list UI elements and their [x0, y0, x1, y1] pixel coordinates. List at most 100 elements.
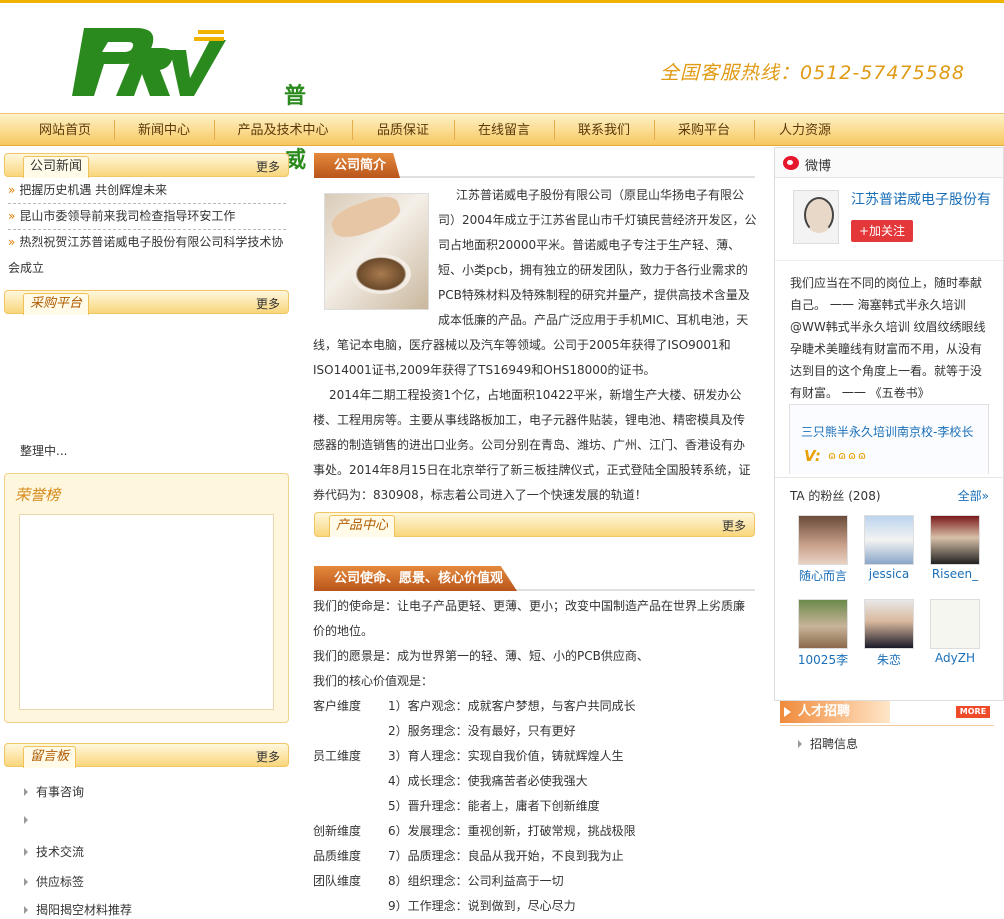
message-item[interactable]: 供应标签: [24, 873, 84, 890]
purchase-more-link[interactable]: 更多: [256, 295, 280, 312]
intro-line: 江苏普诺威电子股份有限公司（原昆山华扬电子有限公: [456, 188, 745, 202]
value-item: 5）晋升理念：能者上，庸者下创新维度: [388, 799, 600, 813]
message-item[interactable]: 揭阳揭空材料推荐: [24, 901, 132, 918]
honor-title: 荣誉榜: [15, 486, 61, 504]
nav-contact[interactable]: 联系我们: [556, 114, 652, 147]
weibo-divider: [775, 260, 1003, 261]
avatar: [930, 599, 980, 649]
avatar: [864, 599, 914, 649]
fan-item[interactable]: Riseen_: [929, 515, 981, 581]
jobs-divider: [780, 725, 994, 726]
weibo-title: 微博: [805, 159, 832, 174]
fan-item[interactable]: 朱恋: [863, 599, 915, 668]
intro-line: 楼、工程用房等。主要从事线路板加工，电子元器件贴装，锂电池、精密模具及传: [313, 413, 746, 427]
intro-line: 成本低廉的产品。产品广泛应用于手机MIC、耳机电池，天: [438, 313, 749, 327]
nav-quality[interactable]: 品质保证: [354, 114, 452, 147]
arrow-icon: »: [8, 183, 16, 197]
mission-section-header: 公司使命、愿景、核心价值观: [314, 566, 755, 591]
intro-line: 2014年二期工程投资1个亿，占地面积10422平米，新增生产大楼、研发办公: [329, 388, 742, 402]
fan-name: 随心而言: [798, 569, 847, 583]
fan-item[interactable]: jessica: [863, 515, 915, 581]
weibo-widget: 微博 江苏普诺威电子股份有 +加关注 我们应当在不同的岗位上，随时奉献自己。 一…: [774, 147, 1004, 701]
fans-title: TA 的粉丝 (208): [790, 489, 881, 503]
jobs-more-button[interactable]: MORE: [956, 706, 990, 718]
value-category: 客户维度: [313, 699, 362, 713]
value-item: 6）发展理念：重视创新，打破常规，挑战极限: [388, 824, 636, 838]
jobs-section-header: 人才招聘 MORE: [780, 701, 994, 725]
triangle-icon: [24, 788, 28, 796]
weibo-account-name[interactable]: 江苏普诺威电子股份有: [851, 189, 1001, 209]
honor-board: 荣誉榜: [4, 473, 289, 723]
nav-message[interactable]: 在线留言: [456, 114, 552, 147]
prv-logo-icon: [72, 28, 226, 96]
nav-divider: [654, 120, 655, 140]
triangle-icon: [24, 878, 28, 886]
message-item[interactable]: 技术交流: [24, 843, 84, 860]
triangle-icon: [798, 740, 802, 748]
fan-item[interactable]: 随心而言: [797, 515, 849, 584]
company-logo[interactable]: 普诺威: [66, 20, 306, 173]
fans-all-link[interactable]: 全部»: [958, 487, 989, 504]
message-item[interactable]: 有事咨询: [24, 783, 84, 800]
fan-item[interactable]: AdyZH: [929, 599, 981, 665]
intro-section-header: 公司简介: [314, 153, 755, 178]
jobs-section-title: 人才招聘: [780, 701, 890, 723]
news-item[interactable]: » 热烈祝贺江苏普诺威电子股份有限公司科学技术协: [8, 229, 286, 255]
mission-line: 我们的使命是：让电子产品更轻、更薄、更小；改变中国制造产品在世界上劣质廉: [313, 599, 746, 613]
intro-section-title: 公司简介: [314, 153, 401, 178]
message-section-title: 留言板: [23, 746, 77, 768]
fan-name: Riseen_: [931, 567, 979, 581]
coffee-photo: [324, 190, 429, 310]
intro-line: 线，笔记本电脑，医疗器械以及汽车等领域。公司于2005年获得了ISO9001和: [313, 338, 731, 352]
nav-products[interactable]: 产品及技术中心: [216, 114, 350, 147]
intro-line: 司占地面积20000平米。普诺威电子专注于生产轻、薄、: [438, 238, 741, 252]
mission-section-title: 公司使命、愿景、核心价值观: [314, 566, 518, 591]
intro-line: 感器的制造销售的进出口业务。公司分别在青岛、潍坊、广州、江门、香港设有办: [313, 438, 746, 452]
avatar: [798, 515, 848, 565]
products-section-title: 产品中心: [329, 515, 396, 537]
value-item: 2）服务理念：没有最好，只有更好: [388, 724, 576, 738]
fan-name: 10025李: [797, 653, 849, 667]
nav-news[interactable]: 新闻中心: [116, 114, 212, 147]
nav-hr[interactable]: 人力资源: [756, 114, 854, 147]
arrow-icon: »: [8, 209, 16, 223]
news-more-link[interactable]: 更多: [256, 158, 280, 175]
weibo-post-text: 我们应当在不同的岗位上，随时奉献自己。 一一 海塞韩式半永久培训@WW韩式半永久…: [790, 276, 986, 400]
value-category: 团队维度: [313, 874, 362, 888]
service-hotline: 全国客服热线：0512-57475588: [660, 62, 965, 84]
products-more-link[interactable]: 更多: [722, 517, 746, 534]
photo-cup: [351, 254, 411, 294]
nav-divider: [352, 120, 353, 140]
nav-home[interactable]: 网站首页: [18, 114, 112, 147]
message-item[interactable]: [24, 813, 36, 827]
fans-header: TA 的粉丝 (208) 全部»: [775, 477, 1003, 507]
intro-line: 事处。2014年8月15日在北京举行了新三板挂牌仪式，正式登陆全国股转系统，证: [313, 463, 751, 477]
message-section-header: 留言板 更多: [4, 743, 289, 768]
value-item: 4）成长理念：使我痛苦者必使我强大: [388, 774, 588, 788]
triangle-icon: [24, 816, 28, 824]
news-item[interactable]: » 昆山市委领导前来我司检查指导环安工作: [8, 203, 286, 229]
news-item[interactable]: » 把握历史机遇 共创辉煌未来: [8, 177, 286, 203]
fan-name: AdyZH: [935, 651, 975, 665]
purchase-status: 整理中...: [20, 444, 68, 458]
avatar[interactable]: [793, 190, 839, 244]
mission-line: 我们的核心价值观是：: [313, 674, 434, 688]
job-item[interactable]: 招聘信息: [798, 735, 858, 752]
nav-divider: [114, 120, 115, 140]
message-more-link[interactable]: 更多: [256, 748, 280, 765]
fan-item[interactable]: 10025李: [797, 599, 849, 668]
top-accent-line: [0, 0, 1004, 3]
value-category: 品质维度: [313, 849, 362, 863]
intro-line: PCB特殊材料及特殊制程的研究并量产，提供高技术含量及: [438, 288, 750, 302]
weibo-icon: [783, 156, 799, 170]
verified-icon: V:: [804, 447, 821, 465]
value-item: 1）客户观念：成就客户梦想，与客户共同成长: [388, 699, 636, 713]
weibo-repost-link[interactable]: 三只熊半永久培训南京校-李校长: [801, 423, 973, 440]
follow-button[interactable]: +加关注: [851, 220, 913, 242]
news-item-continued[interactable]: 会成立: [8, 255, 286, 281]
nav-divider: [454, 120, 455, 140]
value-item: 9）工作理念：说到做到，尽心尽力: [388, 899, 576, 913]
nav-divider: [214, 120, 215, 140]
nav-purchase[interactable]: 采购平台: [656, 114, 752, 147]
avatar: [864, 515, 914, 565]
